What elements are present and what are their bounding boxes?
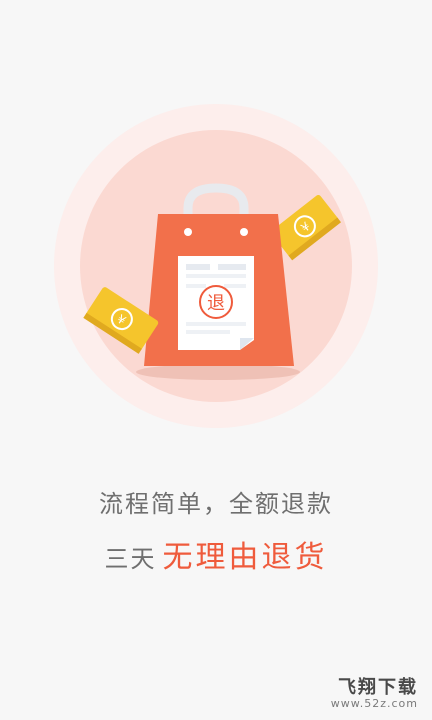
- bag-shadow: [136, 364, 300, 380]
- tagline: 流程简单，全额退款: [99, 490, 333, 518]
- headline-prefix: 三天: [104, 545, 157, 573]
- watermark-url: www.52z.com: [330, 696, 418, 710]
- headline: 三天 无理由退货: [0, 532, 432, 576]
- watermark-title: 飞翔下载: [338, 677, 418, 699]
- watermark: 飞翔下载 www.52z.com: [331, 678, 418, 710]
- refund-bag-illustration: ¥ ¥ 退: [54, 104, 378, 428]
- refund-receipt: 退: [178, 256, 254, 350]
- headline-emphasis: 无理由退货: [162, 540, 328, 575]
- refund-stamp-text: 退: [207, 293, 225, 314]
